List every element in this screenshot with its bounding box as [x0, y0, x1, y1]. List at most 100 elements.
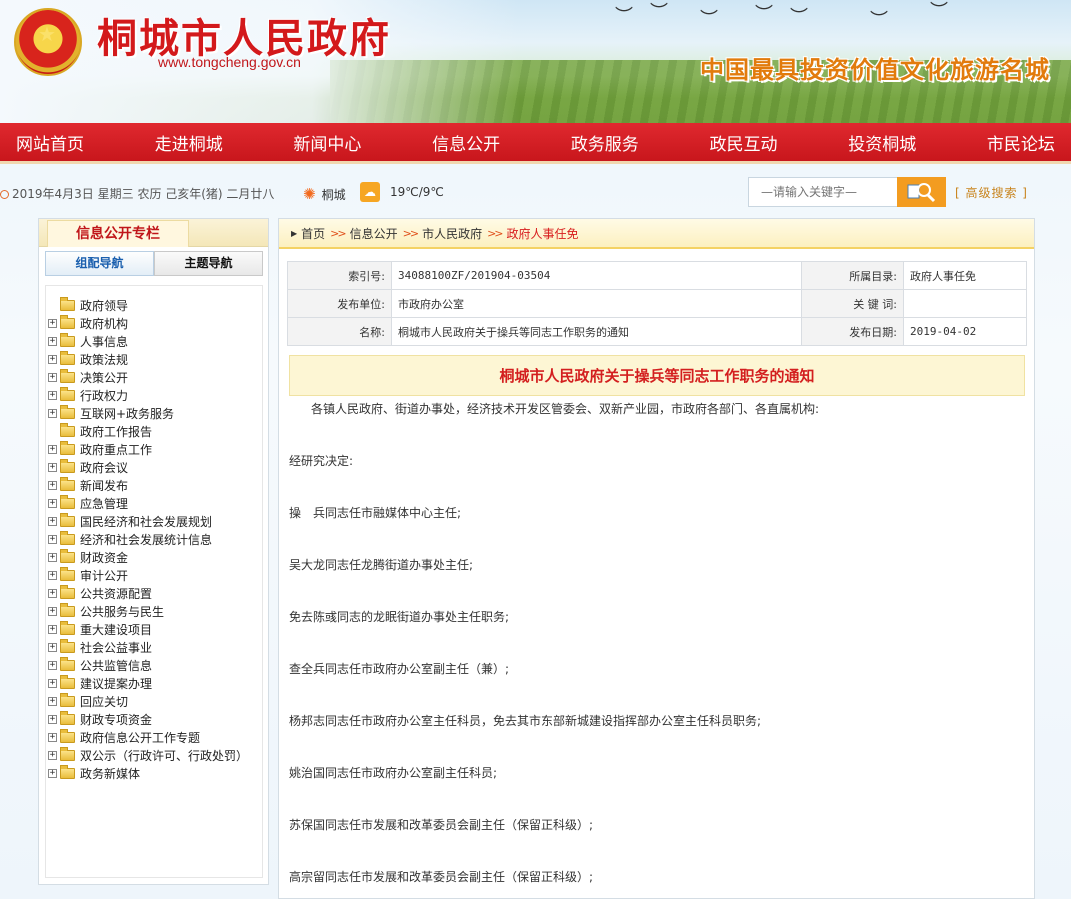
- expand-plus-icon[interactable]: +: [48, 696, 57, 706]
- expand-plus-icon[interactable]: +: [48, 768, 57, 778]
- tree-item-label: 应急管理: [80, 496, 129, 511]
- content-panel: ▶ 首页 >> 信息公开 >> 市人民政府 >> 政府人事任免 索引号: 340…: [278, 218, 1035, 899]
- expand-plus-icon[interactable]: +: [48, 606, 57, 616]
- expand-plus-icon[interactable]: +: [48, 354, 57, 364]
- nav-info-disclosure[interactable]: 信息公开: [432, 130, 500, 155]
- bird-icon: ︶: [870, 10, 888, 31]
- folder-icon: [60, 746, 75, 761]
- bird-icon: ︶: [700, 9, 718, 30]
- tree-item[interactable]: + 回应关切: [46, 692, 262, 710]
- site-url[interactable]: www.tongcheng.gov.cn: [158, 54, 301, 70]
- meta-catalog-label: 所属目录:: [801, 261, 904, 290]
- expand-plus-icon[interactable]: +: [48, 408, 57, 418]
- tree-item[interactable]: + 行政权力: [46, 386, 262, 404]
- tree-item-label: 国民经济和社会发展规划: [80, 514, 213, 529]
- expand-plus-icon[interactable]: +: [48, 444, 57, 454]
- expand-plus-icon[interactable]: +: [48, 570, 57, 580]
- tree-item[interactable]: + 财政专项资金: [46, 710, 262, 728]
- folder-icon: [60, 296, 75, 311]
- expand-plus-icon[interactable]: +: [48, 624, 57, 634]
- expand-plus-icon[interactable]: +: [48, 318, 57, 328]
- tree-item[interactable]: + 互联网+政务服务: [46, 404, 262, 422]
- folder-icon: [60, 422, 75, 437]
- tree-item[interactable]: + 建议提案办理: [46, 674, 262, 692]
- meta-date-value: 2019-04-02: [903, 317, 1027, 346]
- tree-item[interactable]: + 政务新媒体: [46, 764, 262, 782]
- tree-item[interactable]: + 公共监管信息: [46, 656, 262, 674]
- tree-item[interactable]: + 应急管理: [46, 494, 262, 512]
- slogan: 中国最具投资价值文化旅游名城: [700, 56, 1050, 84]
- tree-item[interactable]: + 国民经济和社会发展规划: [46, 512, 262, 530]
- tree-item[interactable]: + 人事信息: [46, 332, 262, 350]
- tree-item[interactable]: + 新闻发布: [46, 476, 262, 494]
- expand-plus-icon[interactable]: +: [48, 552, 57, 562]
- breadcrumb-home[interactable]: 首页: [301, 225, 325, 242]
- advanced-search-link[interactable]: [ 高级搜索 ]: [955, 184, 1028, 201]
- tree-item[interactable]: + 双公示（行政许可、行政处罚）: [46, 746, 262, 764]
- search-input[interactable]: [748, 177, 898, 207]
- tree-item[interactable]: + 政府会议: [46, 458, 262, 476]
- tree-item[interactable]: + 公共服务与民生: [46, 602, 262, 620]
- nav-gov-services[interactable]: 政务服务: [571, 130, 639, 155]
- tree-item[interactable]: + 公共资源配置: [46, 584, 262, 602]
- nav-forum[interactable]: 市民论坛: [987, 130, 1055, 155]
- expand-plus-icon[interactable]: +: [48, 480, 57, 490]
- search-button[interactable]: [897, 177, 946, 207]
- tab-org-nav[interactable]: 组配导航: [45, 251, 154, 276]
- temperature: 19℃/9℃: [390, 185, 444, 199]
- meta-keywords-label: 关 键 词:: [801, 289, 904, 318]
- nav-home[interactable]: 网站首页: [16, 130, 84, 155]
- tree-item[interactable]: + 决策公开: [46, 368, 262, 386]
- tree-item-label: 回应关切: [80, 694, 129, 709]
- nav-interaction[interactable]: 政民互动: [710, 130, 778, 155]
- tab-topic-nav[interactable]: 主题导航: [154, 251, 263, 276]
- expand-plus-icon[interactable]: +: [48, 660, 57, 670]
- tree-item-label: 政务新媒体: [80, 766, 141, 781]
- tree-item[interactable]: + 社会公益事业: [46, 638, 262, 656]
- document-title: 桐城市人民政府关于操兵等同志工作职务的通知: [289, 355, 1025, 396]
- tree-item[interactable]: + 重大建设项目: [46, 620, 262, 638]
- expand-plus-icon[interactable]: +: [48, 462, 57, 472]
- tree-item-label: 人事信息: [80, 334, 129, 349]
- expand-plus-icon[interactable]: +: [48, 750, 57, 760]
- breadcrumb-info[interactable]: 信息公开: [350, 225, 398, 242]
- expand-plus-icon[interactable]: +: [48, 516, 57, 526]
- expand-plus-icon[interactable]: +: [48, 678, 57, 688]
- tree-item[interactable]: + 政府重点工作: [46, 440, 262, 458]
- tree-item-label: 重大建设项目: [80, 622, 153, 637]
- folder-icon: [60, 710, 75, 725]
- breadcrumb-current[interactable]: 政府人事任免: [507, 225, 579, 242]
- nav-about[interactable]: 走进桐城: [155, 130, 223, 155]
- expand-plus-icon[interactable]: +: [48, 372, 57, 382]
- body-paragraph: 杨邦志同志任市政府办公室主任科员，免去其市东部新城建设指挥部办公室主任科员职务;: [289, 714, 762, 728]
- main-nav: 网站首页 走进桐城 新闻中心 信息公开 政务服务 政民互动 投资桐城 市民论坛: [0, 123, 1071, 164]
- clock-icon: [0, 190, 9, 199]
- expand-plus-icon[interactable]: +: [48, 732, 57, 742]
- breadcrumb-city-gov[interactable]: 市人民政府: [422, 225, 482, 242]
- expand-plus-icon[interactable]: +: [48, 498, 57, 508]
- folder-icon: [60, 350, 75, 365]
- bird-icon: ︶: [930, 1, 948, 22]
- tree-item[interactable]: + 财政资金: [46, 548, 262, 566]
- tree-item-label: 公共监管信息: [80, 658, 153, 673]
- nav-investment[interactable]: 投资桐城: [848, 130, 916, 155]
- tree-item[interactable]: 政府工作报告: [46, 422, 262, 440]
- expand-plus-icon[interactable]: +: [48, 534, 57, 544]
- expand-plus-icon[interactable]: +: [48, 714, 57, 724]
- nav-news[interactable]: 新闻中心: [293, 130, 361, 155]
- body-paragraph: 各镇人民政府、街道办事处，经济技术开发区管委会、双新产业园，市政府各部门、各直属…: [311, 402, 820, 416]
- folder-icon: [60, 314, 75, 329]
- tree-item[interactable]: + 政府信息公开工作专题: [46, 728, 262, 746]
- search-icon: [907, 183, 936, 203]
- tree-item[interactable]: + 政策法规: [46, 350, 262, 368]
- tree-item-label: 财政专项资金: [80, 712, 153, 727]
- expand-plus-icon[interactable]: +: [48, 390, 57, 400]
- tree-item[interactable]: + 经济和社会发展统计信息: [46, 530, 262, 548]
- expand-plus-icon[interactable]: +: [48, 642, 57, 652]
- tree-item[interactable]: 政府领导: [46, 296, 262, 314]
- tree-item[interactable]: + 审计公开: [46, 566, 262, 584]
- expand-plus-icon[interactable]: +: [48, 336, 57, 346]
- expand-plus-icon[interactable]: +: [48, 588, 57, 598]
- tree-item[interactable]: + 政府机构: [46, 314, 262, 332]
- folder-icon: [60, 584, 75, 599]
